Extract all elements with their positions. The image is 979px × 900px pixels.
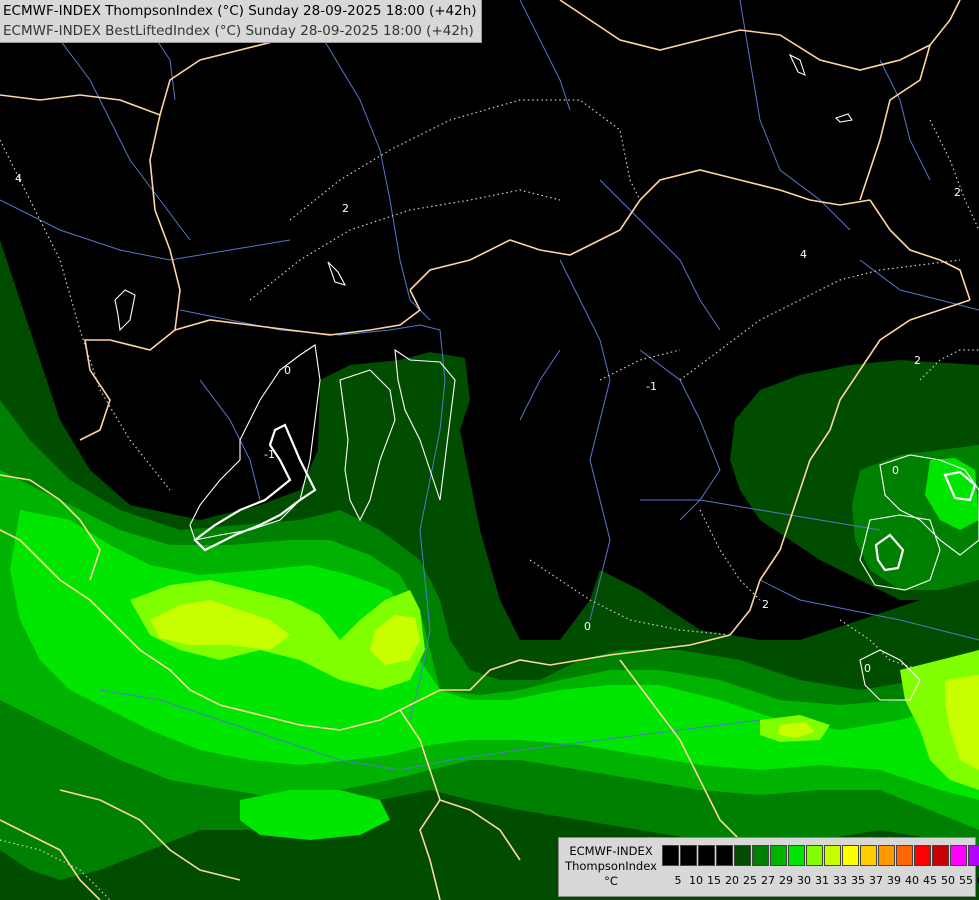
contour-label: -1 (646, 380, 657, 393)
legend-tick-label: 5 (674, 874, 682, 887)
legend-swatch (716, 845, 733, 866)
legend-tick-label: 60 (975, 874, 979, 887)
legend-tick-label: 37 (869, 874, 883, 887)
legend-swatch (896, 845, 913, 866)
contour-label: 0 (284, 364, 291, 377)
legend-index-label: ThompsonIndex (565, 859, 657, 873)
contour-label: 2 (954, 186, 961, 199)
legend-tick-label: 10 (689, 874, 703, 887)
legend-swatch (734, 845, 751, 866)
legend-tick-label: 50 (941, 874, 955, 887)
legend-swatch (752, 845, 769, 866)
legend-tick-label: 29 (779, 874, 793, 887)
legend-tick-label: 20 (725, 874, 739, 887)
legend-swatch (824, 845, 841, 866)
legend-tick-label: 30 (797, 874, 811, 887)
legend-tick-label: 39 (887, 874, 901, 887)
legend-color-bar (662, 845, 979, 866)
legend-labels: ECMWF-INDEX ThompsonIndex °C (563, 844, 659, 889)
contour-label: 0 (864, 662, 871, 675)
contour-label: 4 (800, 248, 807, 261)
legend-swatch (680, 845, 697, 866)
contour-label: 2 (914, 354, 921, 367)
legend-swatch (842, 845, 859, 866)
contour-label: 0 (892, 464, 899, 477)
contour-label: 4 (15, 172, 22, 185)
legend-swatch (860, 845, 877, 866)
map-title-box: ECMWF-INDEX ThompsonIndex (°C) Sunday 28… (0, 0, 482, 43)
title-thompson-index: ECMWF-INDEX ThompsonIndex (°C) Sunday 28… (3, 3, 477, 19)
contour-label: 0 (584, 620, 591, 633)
weather-map: 4 2 0 -1 -1 4 2 2 0 0 2 0 (0, 0, 979, 900)
legend-tick-label: 31 (815, 874, 829, 887)
legend-swatch (914, 845, 931, 866)
title-best-lifted-index: ECMWF-INDEX BestLiftedIndex (°C) Sunday … (3, 23, 474, 39)
legend-tick-label: 25 (743, 874, 757, 887)
legend-swatch (788, 845, 805, 866)
contour-label: 2 (342, 202, 349, 215)
legend-tick-label: 35 (851, 874, 865, 887)
contour-label: -1 (264, 448, 275, 461)
legend-tick-label: 40 (905, 874, 919, 887)
contour-label: 2 (762, 598, 769, 611)
legend-swatch (698, 845, 715, 866)
legend-tick-label: 27 (761, 874, 775, 887)
legend-swatch (968, 845, 979, 866)
legend-tick-label: 15 (707, 874, 721, 887)
legend-tick-label: 33 (833, 874, 847, 887)
legend-model-label: ECMWF-INDEX (569, 844, 653, 858)
legend-swatch (662, 845, 679, 866)
legend-swatch (932, 845, 949, 866)
legend-unit-label: °C (604, 874, 618, 888)
legend-swatch (770, 845, 787, 866)
legend-swatch (950, 845, 967, 866)
color-legend: ECMWF-INDEX ThompsonIndex °C 5 10 15 20 25 27… (558, 837, 979, 897)
legend-tick-labels: 5 10 15 20 25 27 29 30 31 33 35 37 39 40 45 50 5560 (669, 874, 979, 887)
legend-swatch (806, 845, 823, 866)
legend-tick-label: 45 (923, 874, 937, 887)
legend-tick-label: 55 (959, 874, 973, 887)
legend-swatch (878, 845, 895, 866)
